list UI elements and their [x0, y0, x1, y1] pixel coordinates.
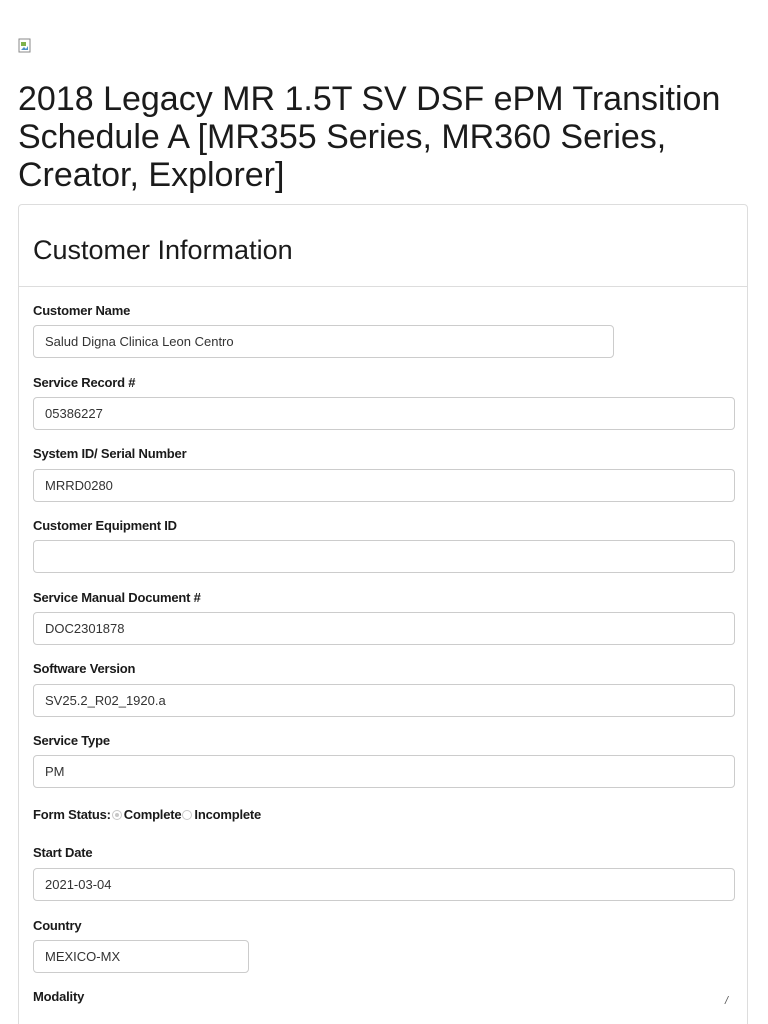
status-complete-radio[interactable]	[111, 809, 122, 820]
customer-name-input[interactable]	[33, 325, 614, 358]
service-manual-document-label: Service Manual Document #	[33, 590, 201, 605]
customer-equipment-id-label: Customer Equipment ID	[33, 518, 177, 533]
status-incomplete-label: Incomplete	[194, 807, 262, 822]
service-manual-document-input[interactable]	[33, 612, 735, 645]
software-version-input[interactable]	[33, 684, 735, 717]
system-id-label: System ID/ Serial Number	[33, 446, 187, 461]
customer-equipment-id-input[interactable]	[33, 540, 735, 573]
panel-heading: Customer Information	[19, 205, 747, 287]
customer-information-panel: Customer Information Customer Name Servi…	[18, 204, 748, 1024]
service-type-input[interactable]	[33, 755, 735, 788]
country-label: Country	[33, 918, 82, 933]
page-title: 2018 Legacy MR 1.5T SV DSF ePM Transitio…	[18, 80, 721, 194]
status-complete-label: Complete	[123, 807, 182, 822]
status-incomplete-radio[interactable]	[182, 809, 193, 820]
panel-title: Customer Information	[33, 235, 293, 265]
service-record-label: Service Record #	[33, 375, 136, 390]
service-type-label: Service Type	[33, 733, 110, 748]
start-date-input[interactable]	[33, 868, 735, 901]
software-version-label: Software Version	[33, 661, 136, 676]
form-status-label: Form Status:	[33, 807, 111, 822]
broken-image-icon	[18, 38, 31, 53]
modality-label: Modality	[33, 989, 85, 1004]
resize-mark: /	[725, 995, 729, 1007]
service-record-input[interactable]	[33, 397, 735, 430]
customer-name-label: Customer Name	[33, 303, 131, 318]
start-date-label: Start Date	[33, 845, 93, 860]
form-status-row: Form Status: Complete Incomplete	[33, 807, 261, 822]
country-input[interactable]	[33, 940, 249, 973]
page: 2018 Legacy MR 1.5T SV DSF ePM Transitio…	[0, 0, 768, 1024]
system-id-input[interactable]	[33, 469, 735, 502]
